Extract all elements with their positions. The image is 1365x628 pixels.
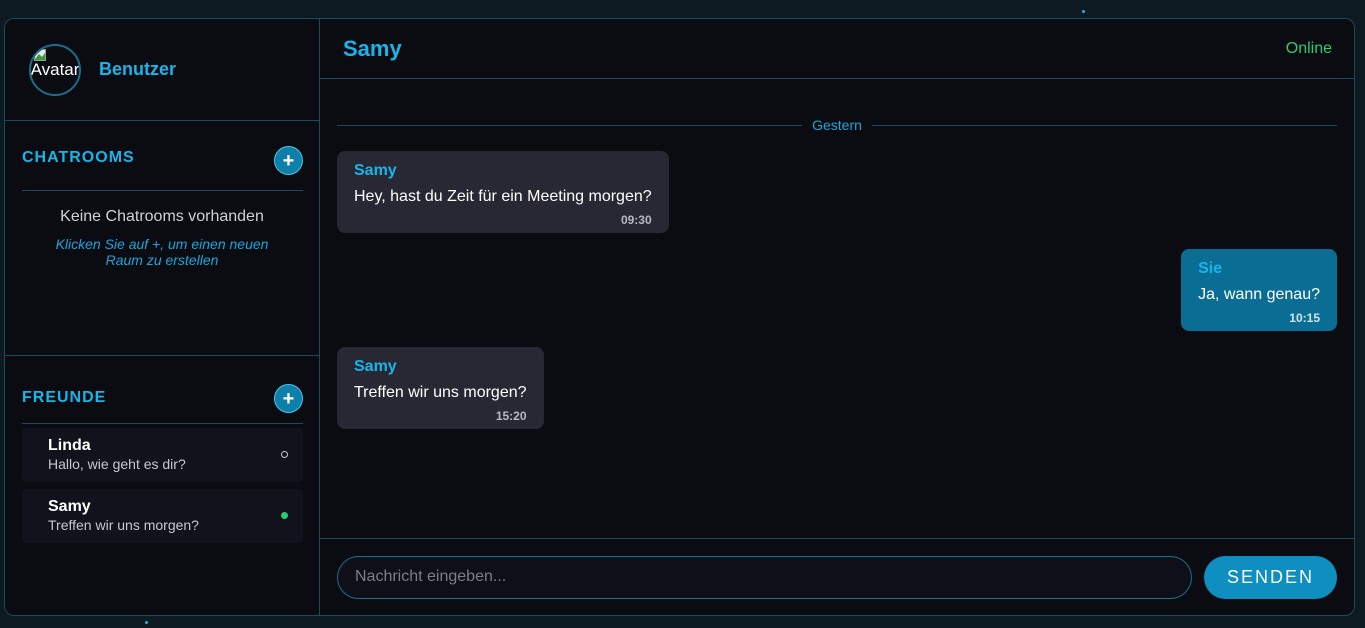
message-sender: Sie <box>1198 260 1223 277</box>
message-time: 15:20 <box>495 409 527 423</box>
avatar[interactable]: Avatar <box>29 43 81 96</box>
friend-last-message: Treffen wir uns morgen? <box>48 517 199 533</box>
friend-item-linda[interactable]: Linda Hallo, wie geht es dir? <box>22 428 303 482</box>
chatrooms-title: CHATROOMS <box>22 148 135 166</box>
online-status-icon <box>281 512 288 519</box>
message-composer: SENDEN <box>320 538 1354 615</box>
chat-status: Online <box>1285 39 1332 57</box>
message-bubble: Samy Hey, hast du Zeit für ein Meeting m… <box>337 151 669 233</box>
chat-main: Samy Online Gestern Samy Hey, hast du Ze… <box>320 19 1354 615</box>
message-bubble: Samy Treffen wir uns morgen? 15:20 <box>337 347 544 429</box>
friends-header: FREUNDE + <box>22 356 303 424</box>
chat-partner-name: Samy <box>343 35 402 61</box>
divider-line <box>871 124 1337 126</box>
friend-name: Linda <box>48 437 91 454</box>
friends-section: FREUNDE + Linda Hallo, wie geht es dir? … <box>5 356 319 543</box>
sidebar: Avatar Benutzer CHATROOMS + Keine Chatro… <box>5 19 320 615</box>
friend-name: Samy <box>48 498 91 515</box>
username: Benutzer <box>99 59 177 79</box>
avatar-alt-text: Avatar <box>30 59 80 79</box>
decor-dot <box>145 621 148 624</box>
message-text: Treffen wir uns morgen? <box>354 384 527 401</box>
add-chatroom-button[interactable]: + <box>274 146 303 175</box>
message-sender: Samy <box>354 162 397 179</box>
add-friend-button[interactable]: + <box>274 384 303 413</box>
message-time: 10:15 <box>1289 311 1320 325</box>
offline-status-icon <box>281 451 288 458</box>
chat-app: Avatar Benutzer CHATROOMS + Keine Chatro… <box>4 18 1355 616</box>
send-button[interactable]: SENDEN <box>1204 555 1337 599</box>
message-bubble: Sie Ja, wann genau? 10:15 <box>1181 249 1337 331</box>
message-sender: Samy <box>354 358 397 375</box>
chatrooms-header: CHATROOMS + <box>22 121 303 191</box>
date-divider: Gestern <box>337 117 1337 133</box>
message-list[interactable]: Gestern Samy Hey, hast du Zeit für ein M… <box>320 79 1354 538</box>
message-time: 09:30 <box>620 213 652 227</box>
chatrooms-empty-title: Keine Chatrooms vorhanden <box>60 208 264 225</box>
friend-item-samy[interactable]: Samy Treffen wir uns morgen? <box>22 489 303 543</box>
chatrooms-empty-hint: Klicken Sie auf +, um einen neuen Raum z… <box>55 236 269 268</box>
message-text: Hey, hast du Zeit für ein Meeting morgen… <box>354 188 652 205</box>
divider-line <box>337 124 803 126</box>
broken-image-icon <box>34 48 46 61</box>
friends-title: FREUNDE <box>22 388 107 406</box>
user-profile: Avatar Benutzer <box>5 19 319 121</box>
decor-dot <box>1082 10 1085 13</box>
friend-last-message: Hallo, wie geht es dir? <box>48 456 186 472</box>
chatrooms-section: CHATROOMS + Keine Chatrooms vorhanden Kl… <box>5 121 319 356</box>
date-divider-label: Gestern <box>812 117 862 133</box>
message-input[interactable] <box>337 555 1192 599</box>
message-text: Ja, wann genau? <box>1198 286 1320 303</box>
chat-header: Samy Online <box>320 19 1354 79</box>
